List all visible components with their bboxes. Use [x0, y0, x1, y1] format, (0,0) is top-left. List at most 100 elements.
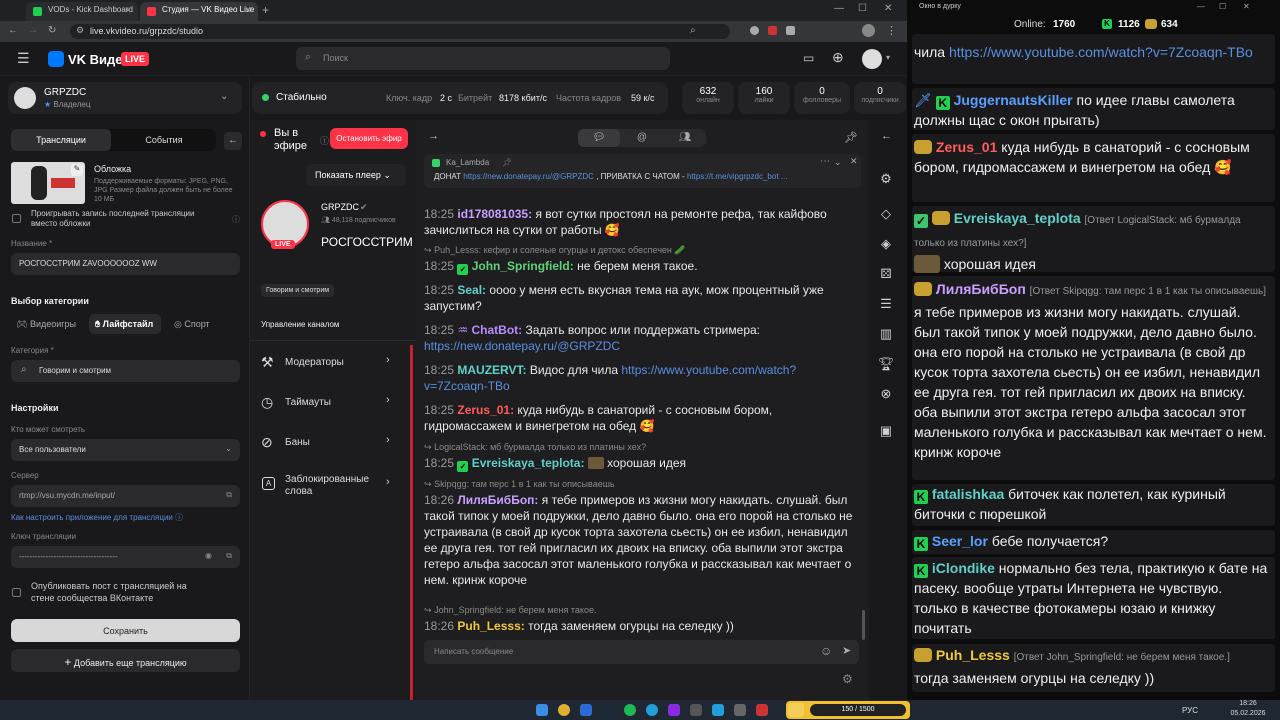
new-tab-icon[interactable]: +	[262, 3, 269, 17]
close-window-icon[interactable]: ✕	[1243, 2, 1250, 11]
msg-user[interactable]: Zerus_01:	[457, 403, 514, 417]
nav-bans[interactable]: ⊘ Баны ›	[250, 422, 416, 462]
app-icon[interactable]	[734, 704, 746, 716]
add-icon[interactable]: ⊕	[832, 49, 844, 66]
stream-name-input[interactable]: РОСГОССТРИМ ZAVOOOOOOZ WW	[11, 253, 240, 275]
tab-events[interactable]: События	[114, 129, 214, 151]
eye-icon[interactable]: ◉	[205, 551, 212, 560]
msg-user[interactable]: John_Springfield:	[472, 259, 574, 273]
chat-input[interactable]: Написать сообщение ☺ ➤	[424, 640, 859, 664]
msg-user[interactable]: Evreiskaya_teplota:	[472, 456, 585, 470]
msg-user[interactable]: id178081035:	[457, 207, 532, 221]
overlay-msg-user[interactable]: Zerus_01	[936, 139, 997, 155]
clip-icon[interactable]: ▣	[877, 422, 895, 440]
meme-widget[interactable]: 150 / 1500	[786, 701, 910, 719]
collapse-chat-icon[interactable]: →	[428, 130, 439, 142]
clock-date[interactable]: 05.02.2026	[1226, 710, 1270, 717]
who-select[interactable]: Все пользователи ⌄	[11, 439, 240, 461]
close-icon[interactable]: ✕	[244, 5, 252, 16]
chat-scrollbar[interactable]	[862, 610, 865, 640]
extension-icon[interactable]	[786, 26, 795, 35]
app-icon[interactable]	[712, 704, 724, 716]
tab-streams[interactable]: Трансляции	[11, 129, 111, 151]
tab-vk[interactable]: Студия — VK Видео Live ✕	[140, 2, 258, 21]
chevron-down-icon[interactable]: ▾	[886, 53, 890, 62]
more-icon[interactable]: ⋯	[820, 156, 830, 167]
dice-icon[interactable]: ⚄	[877, 265, 895, 283]
minimize-icon[interactable]: —	[834, 3, 844, 14]
site-info-icon[interactable]: ⚙	[76, 25, 84, 36]
settings-icon[interactable]: ⚙	[877, 170, 895, 188]
overlay-msg-user[interactable]: Puh_Lesss	[936, 647, 1010, 663]
channel-switcher[interactable]: GRPZDC ★ Владелец ⌄	[8, 82, 242, 114]
chrome-icon[interactable]	[558, 704, 570, 716]
msg-user[interactable]: MAUZERVT:	[457, 363, 526, 377]
diamond-icon[interactable]: ◇	[877, 205, 895, 223]
chevron-down-icon[interactable]: ⌄	[834, 157, 842, 168]
edit-icon[interactable]: ✎	[71, 164, 83, 176]
clock-time[interactable]: 18:26	[1226, 700, 1270, 707]
add-stream-button[interactable]: + Добавить еще трансляцию	[11, 649, 240, 672]
overlay-msg-user[interactable]: fatalishkaa	[932, 486, 1004, 502]
app-icon[interactable]	[668, 704, 680, 716]
pinned-link-a[interactable]: https://new.donatepay.ru/@GRPZDC	[463, 172, 594, 181]
people-icon[interactable]: 👥︎	[664, 129, 706, 147]
overlay-msg-user[interactable]: JuggernautsKiller	[954, 92, 1073, 108]
hamburger-menu-icon[interactable]: ☰	[17, 50, 30, 67]
app-icon[interactable]	[756, 704, 768, 716]
msg-user[interactable]: Puh_Lesss:	[457, 619, 524, 633]
category-input[interactable]: ⌕ Говорим и смотрим	[11, 360, 240, 382]
send-icon[interactable]: ➤	[842, 644, 851, 657]
extension-icon[interactable]	[768, 26, 777, 35]
overlay-msg-user[interactable]: iClondike	[932, 560, 995, 576]
copy-icon[interactable]: ⧉	[226, 551, 232, 561]
mention-icon[interactable]: @	[621, 129, 663, 147]
close-window-icon[interactable]: ✕	[884, 3, 892, 14]
overlay-msg-link[interactable]: https://www.youtube.com/watch?v=7Zcoaqn-…	[949, 44, 1253, 60]
emoji-icon[interactable]: ☺	[820, 644, 832, 658]
maximize-icon[interactable]: ☐	[1219, 2, 1226, 11]
expand-left-icon[interactable]: ←	[881, 130, 892, 142]
reload-icon[interactable]: ↻	[48, 25, 56, 36]
app-icon[interactable]	[580, 704, 592, 716]
search-icon[interactable]: ⌕	[690, 25, 696, 36]
chart-icon[interactable]: ▥	[877, 325, 895, 343]
nav-timeouts[interactable]: ◷ Таймауты ›	[250, 382, 416, 422]
tab-games[interactable]: 🎮︎ Видеоигры	[16, 319, 76, 330]
tab-lifestyle[interactable]: ✋︎ Лайфстайл	[89, 314, 161, 334]
settings-icon[interactable]: ⚙	[842, 672, 853, 686]
msg-user[interactable]: Seal:	[457, 283, 486, 297]
msg-user[interactable]: ChatBot:	[471, 323, 522, 337]
info-icon[interactable]: ⓘ	[232, 214, 240, 225]
nav-blocked-words[interactable]: A Заблокированные слова ›	[250, 462, 416, 508]
language-indicator[interactable]: РУС	[1182, 706, 1198, 715]
category-chip[interactable]: Говорим и смотрим	[261, 284, 335, 297]
extension-icon[interactable]	[750, 26, 759, 35]
gem-icon[interactable]: ◈	[877, 235, 895, 253]
chat-icon[interactable]: 💬︎	[578, 129, 620, 147]
close-icon[interactable]: ✕	[124, 5, 132, 16]
setup-link[interactable]: Как настроить приложение для трансляции …	[11, 512, 183, 523]
msg-link[interactable]: https://new.donatepay.ru/@GRPZDC	[424, 339, 620, 353]
nav-moderators[interactable]: ⚒︎ Модераторы ›	[250, 342, 416, 382]
pin-icon[interactable]: 📌︎	[844, 131, 858, 144]
minimize-icon[interactable]: —	[1197, 2, 1205, 11]
show-player-button[interactable]: Показать плеер ⌄	[306, 164, 406, 186]
spotify-icon[interactable]	[624, 704, 636, 716]
save-button[interactable]: Сохранить	[11, 619, 240, 642]
cover-thumbnail[interactable]: ✎	[11, 162, 85, 204]
target-icon[interactable]: ⊗	[877, 385, 895, 403]
stream-key-field[interactable]: ------------------------------------- ◉ …	[11, 546, 240, 568]
start-icon[interactable]	[536, 704, 548, 716]
overlay-msg-user[interactable]: Seer_lor	[932, 533, 988, 549]
info-icon[interactable]: ⓘ	[320, 134, 329, 147]
app-icon[interactable]	[690, 704, 702, 716]
list-icon[interactable]: ☰	[877, 295, 895, 313]
copy-icon[interactable]: ⧉	[226, 490, 232, 500]
menu-icon[interactable]: ⋮	[886, 24, 897, 37]
msg-user[interactable]: ЛиляБибБоп:	[457, 493, 538, 507]
pinned-link-b[interactable]: https://t.me/vipgrpzdc_bot ...	[687, 172, 788, 181]
server-field[interactable]: rtmp://vsu.mycdn.me/input/ ⧉	[11, 485, 240, 507]
close-icon[interactable]: ✕	[850, 156, 858, 167]
trophy-icon[interactable]: 🏆︎	[877, 355, 895, 373]
